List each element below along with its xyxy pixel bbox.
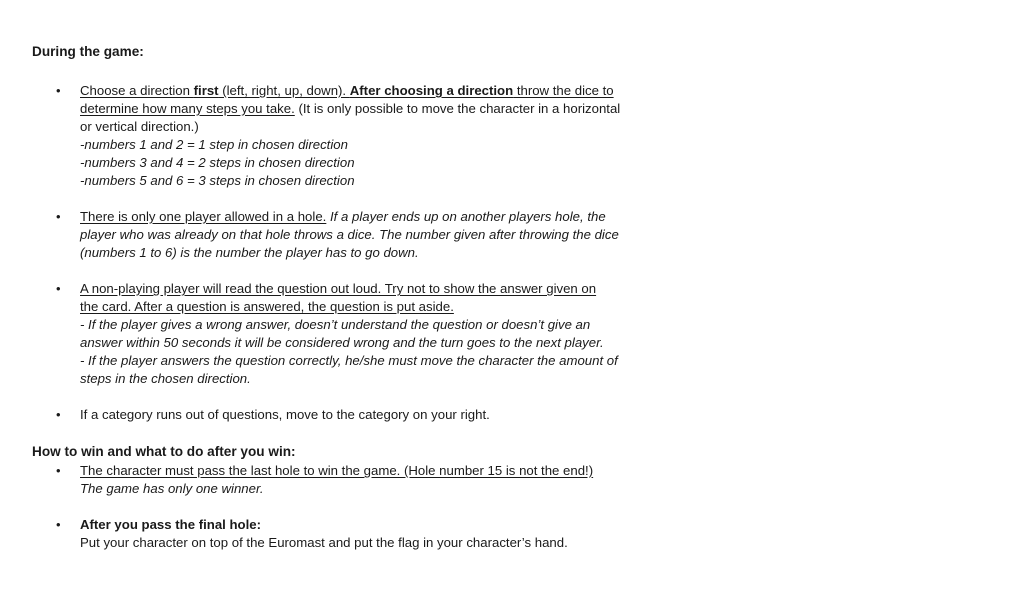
bullet: • [56,463,61,478]
text-run-underlined: A non-playing player will read the quest… [80,281,597,296]
bullet: • [56,407,61,422]
text-line-bold: After you pass the final hole: [80,517,261,532]
text-line: (numbers 1 to 6) is the number the playe… [80,245,419,260]
dice-rule-line: -numbers 3 and 4 = 2 steps in chosen dir… [80,155,355,170]
text-line: There is only one player allowed in a ho… [80,208,650,226]
text-run-bold: first [193,83,219,98]
text-run-italic: If a player ends up on another players h… [326,209,606,224]
text-line: determine how many steps you take. (It i… [80,100,650,118]
text-line: the card. After a question is answered, … [80,298,650,316]
rule-choose-direction: Choose a direction first (left, right, u… [80,82,650,190]
text-line: The character must pass the last hole to… [80,462,650,480]
bullet: • [56,517,61,532]
text-line: A non-playing player will read the quest… [80,280,650,298]
dice-rule-line: -numbers 5 and 6 = 3 steps in chosen dir… [80,173,355,188]
rule-one-player-per-hole: There is only one player allowed in a ho… [80,208,650,262]
text-run-underlined: the card. After a question is answered, … [80,299,454,314]
text-run-underlined: There is only one player allowed in a ho… [80,209,327,224]
rule-questions: A non-playing player will read the quest… [80,280,650,388]
text-run: throw the dice to [513,83,614,98]
text-line: player who was already on that hole thro… [80,227,619,242]
rule-after-final-hole: After you pass the final hole: Put your … [80,516,650,552]
text-line: - If the player answers the question cor… [80,353,618,368]
text-run: (It is only possible to move the charact… [294,101,621,116]
text-line: If a category runs out of questions, mov… [80,407,490,422]
dice-rule-line: -numbers 1 and 2 = 1 step in chosen dire… [80,137,348,152]
text-line: steps in the chosen direction. [80,371,251,386]
heading-during-the-game: During the game: [32,44,144,59]
text-line: The game has only one winner. [80,481,264,496]
heading-how-to-win: How to win and what to do after you win: [32,444,296,459]
text-run-bold: After choosing a direction [349,83,514,98]
text-line: Choose a direction first (left, right, u… [80,82,650,100]
text-run-underlined: determine how many steps you take. [80,101,295,116]
text-line: - If the player gives a wrong answer, do… [80,317,591,332]
text-line: answer within 50 seconds it will be cons… [80,335,604,350]
text-run: Choose a direction [80,83,194,98]
bullet: • [56,83,61,98]
rule-win-condition: The character must pass the last hole to… [80,462,650,498]
text-line: or vertical direction.) [80,119,199,134]
bullet: • [56,281,61,296]
rule-category-runs-out: If a category runs out of questions, mov… [80,406,650,424]
text-run: (left, right, up, down). [218,83,350,98]
bullet: • [56,209,61,224]
text-line: Put your character on top of the Euromas… [80,535,568,550]
text-run: Choose a direction first (left, right, u… [80,83,614,98]
text-run-underlined: The character must pass the last hole to… [80,463,594,478]
document-page: During the game: • Choose a direction fi… [0,0,1024,600]
